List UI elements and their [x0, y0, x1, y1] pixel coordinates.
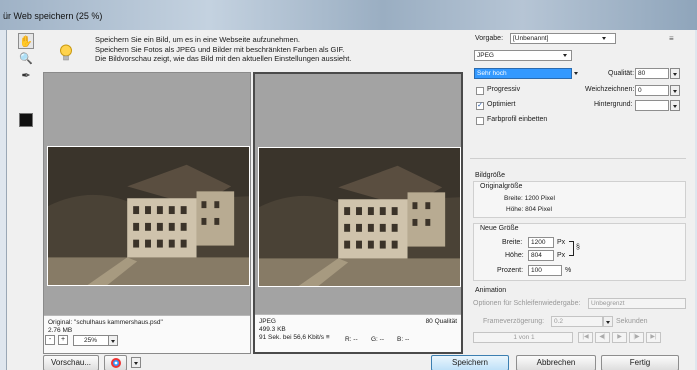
embed-profile-checkbox[interactable]	[476, 117, 484, 125]
original-caption: Original: "schulhaus kammershaus.psd" 2.…	[44, 315, 250, 353]
green-readout: G: --	[371, 336, 384, 343]
background-dropdown-button[interactable]	[670, 100, 680, 111]
download-time: 91 Sek. bei 56,6 Kbit/s ≡	[259, 334, 457, 342]
optimized-preview-pane[interactable]: JPEG 499.3 KB 91 Sek. bei 56,6 Kbit/s ≡ …	[253, 72, 463, 354]
first-frame-button[interactable]: |◀	[578, 332, 593, 343]
download-time-text: 91 Sek. bei 56,6 Kbit/s	[259, 334, 325, 341]
original-preview-pane[interactable]: Original: "schulhaus kammershaus.psd" 2.…	[43, 72, 251, 354]
hand-tool-icon[interactable]: ✋	[18, 33, 34, 49]
optimized-checkbox[interactable]: ✓	[476, 102, 484, 110]
percent-field[interactable]: 100	[528, 265, 562, 276]
preset-dropdown-arrow[interactable]	[601, 34, 609, 42]
frame-delay-unit: Sekunden	[616, 318, 648, 325]
height-label: Höhe:	[505, 252, 524, 259]
frame-delay-label: Frameverzögerung:	[483, 318, 545, 325]
eyedropper-tool-icon[interactable]: ✒	[18, 67, 34, 83]
save-button[interactable]: Speichern	[431, 355, 509, 370]
optimized-image	[258, 147, 461, 287]
quality-field[interactable]: 80	[635, 68, 669, 79]
original-height: Höhe: 804 Pixel	[506, 206, 552, 213]
width-field[interactable]: 1200	[528, 237, 554, 248]
info-line-1: Speichern Sie ein Bild, um es in eine We…	[95, 35, 300, 44]
percent-label: Prozent:	[497, 267, 524, 274]
format-select[interactable]: JPEG	[474, 50, 572, 61]
frame-delay-field[interactable]: 0.2	[551, 316, 603, 327]
height-field[interactable]: 804	[528, 250, 554, 261]
blur-slider-button[interactable]	[670, 85, 680, 96]
preset-label: Vorgabe:	[475, 35, 504, 42]
download-speed-menu-icon[interactable]: ≡	[326, 334, 330, 341]
animation-header: Animation	[475, 287, 507, 294]
save-for-web-dialog: ✋ 🔍 ✒ Speichern Sie ein Bild, um es in e…	[6, 30, 695, 370]
original-filename: Original: "schulhaus kammershaus.psd"	[48, 319, 163, 326]
background-label: Hintergrund:	[594, 101, 633, 108]
quality-preset-select[interactable]: Sehr hoch	[474, 68, 572, 79]
quality-preset-dropdown-arrow[interactable]	[573, 69, 581, 77]
browser-dropdown-button[interactable]	[131, 357, 141, 368]
new-size-header: Neue Größe	[480, 225, 519, 232]
loop-options-label: Optionen für Schleifenwiedergabe:	[473, 300, 581, 307]
blur-label: Weichzeichnen:	[585, 86, 635, 93]
info-line-3: Die Bildvorschau zeigt, wie das Bild mit…	[95, 54, 352, 63]
optimized-filesize: 499.3 KB	[259, 326, 286, 333]
frame-delay-dropdown[interactable]	[603, 316, 613, 327]
quality-slider-button[interactable]	[670, 68, 680, 79]
percent-unit: %	[565, 267, 572, 274]
image-size-header: Bildgröße	[475, 172, 505, 179]
eyedropper-color-swatch[interactable]	[19, 113, 33, 127]
link-icon[interactable]: §	[576, 244, 580, 251]
frame-count: 1 von 1	[473, 332, 573, 343]
title-bar: ür Web speichern (25 %)	[0, 0, 697, 30]
progressive-checkbox[interactable]	[476, 87, 484, 95]
new-size-group: Neue Größe Breite: 1200 Px Höhe: 804 Px …	[473, 223, 686, 281]
original-image	[47, 146, 250, 286]
info-line-2: Speichern Sie Fotos als JPEG und Bilder …	[95, 44, 345, 54]
browser-preview-button[interactable]	[104, 355, 127, 370]
background-color-field[interactable]	[635, 100, 669, 111]
optimized-quality: 80 Qualität	[425, 318, 457, 325]
optimized-label: Optimiert	[487, 101, 516, 108]
height-unit: Px	[557, 252, 566, 259]
next-frame-button[interactable]: |▶	[629, 332, 644, 343]
progressive-label: Progressiv	[487, 86, 521, 93]
cancel-button[interactable]: Abbrechen	[516, 355, 596, 370]
blue-readout: B: --	[397, 336, 410, 343]
red-readout: R: --	[345, 336, 358, 343]
zoom-level-field[interactable]: 25%	[73, 335, 109, 346]
last-frame-button[interactable]: ▶|	[646, 332, 661, 343]
original-size-header: Originalgröße	[480, 183, 523, 190]
zoom-dropdown-button[interactable]	[108, 335, 118, 346]
constrain-bracket	[569, 241, 574, 256]
previous-frame-button[interactable]: ◀|	[595, 332, 610, 343]
play-button[interactable]: ▶	[612, 332, 627, 343]
width-unit: Px	[557, 239, 566, 246]
panel-separator	[470, 158, 686, 159]
zoom-tool-icon[interactable]: 🔍	[18, 50, 34, 66]
original-filesize: 2.76 MB	[48, 327, 73, 334]
lightbulb-icon	[60, 44, 72, 61]
blur-field[interactable]: 0	[635, 85, 669, 96]
preview-button[interactable]: Vorschau...	[43, 355, 99, 370]
info-text: Speichern Sie ein Bild, um es in eine We…	[95, 35, 351, 64]
width-label: Breite:	[502, 239, 523, 246]
browser-icon	[110, 358, 121, 368]
window-title: ür Web speichern (25 %)	[3, 11, 103, 21]
zoom-out-button[interactable]: -	[45, 335, 55, 345]
original-width: Breite: 1200 Pixel	[504, 195, 555, 202]
zoom-in-button[interactable]: +	[58, 335, 68, 345]
original-size-group: Originalgröße Breite: 1200 Pixel Höhe: 8…	[473, 181, 686, 218]
optimize-menu-icon[interactable]: ≡	[669, 34, 674, 43]
embed-profile-label: Farbprofil einbetten	[487, 116, 548, 123]
loop-options-select[interactable]: Unbegrenzt	[588, 298, 686, 309]
quality-label: Qualität:	[608, 70, 635, 77]
format-dropdown-arrow[interactable]	[562, 51, 570, 59]
done-button[interactable]: Fertig	[601, 355, 679, 370]
optimized-caption: JPEG 499.3 KB 91 Sek. bei 56,6 Kbit/s ≡ …	[255, 314, 461, 352]
